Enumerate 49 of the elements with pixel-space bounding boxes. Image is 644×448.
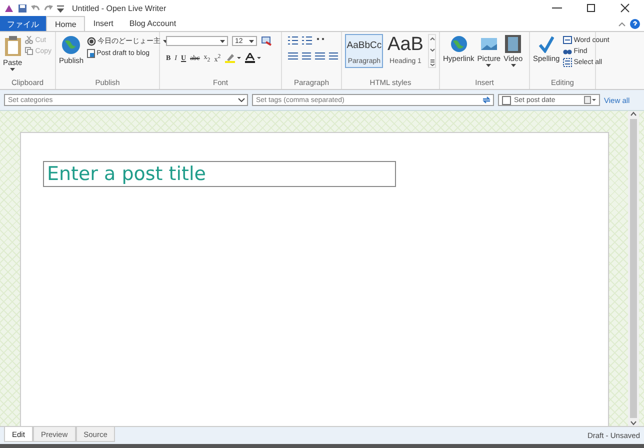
globe-icon <box>61 35 82 55</box>
clear-formatting-icon[interactable] <box>261 36 272 46</box>
scissors-icon <box>25 36 34 44</box>
app-logo-icon <box>4 4 14 12</box>
numbered-list-icon[interactable] <box>302 36 312 45</box>
caret-icon <box>220 40 225 42</box>
ribbon-tab[interactable]: Home <box>46 16 86 31</box>
calendar-icon <box>584 96 596 104</box>
save-icon[interactable] <box>18 4 27 12</box>
scrollbar[interactable] <box>628 111 639 426</box>
maximize-icon[interactable] <box>586 3 596 13</box>
landscape-icon <box>480 35 498 53</box>
chevron-down-icon <box>238 98 245 102</box>
counter-icon <box>562 36 572 44</box>
swap-arrows-icon <box>482 96 491 104</box>
align-icon[interactable] <box>328 52 338 60</box>
align-icon[interactable] <box>302 52 311 60</box>
font-color-icon[interactable] <box>244 53 261 64</box>
ribbon-tab[interactable]: Insert <box>85 16 122 31</box>
align-icon[interactable] <box>315 52 324 60</box>
post-title-field[interactable]: Enter a post title <box>43 161 396 187</box>
caret-icon <box>510 64 516 67</box>
caret-icon <box>249 40 254 42</box>
help-icon[interactable] <box>630 18 640 28</box>
film-icon <box>505 35 522 53</box>
window-title: Untitled - Open Live Writer <box>72 4 166 12</box>
clipboard-icon <box>4 35 22 57</box>
caret-icon <box>10 68 16 71</box>
undo-icon[interactable] <box>31 4 40 12</box>
caret-icon <box>486 64 492 67</box>
ribbon-tab[interactable]: Blog Account <box>121 16 184 31</box>
globe-icon <box>450 35 468 53</box>
binoculars-icon <box>562 47 572 55</box>
collapse-ribbon-icon[interactable] <box>618 20 626 26</box>
bullet-list-icon[interactable] <box>288 36 298 45</box>
document-icon <box>86 49 95 58</box>
scroll-down-icon[interactable] <box>630 420 637 426</box>
font-name-field[interactable] <box>166 36 228 46</box>
ribbon-tab[interactable]: ファイル <box>0 16 46 31</box>
align-icon[interactable] <box>288 52 298 60</box>
post-date-checkbox[interactable] <box>502 96 511 104</box>
scroll-up-icon[interactable] <box>630 111 637 117</box>
dropdown-icon[interactable] <box>57 4 64 12</box>
close-icon[interactable] <box>620 3 630 13</box>
gallery-scroll-icon[interactable] <box>428 34 436 68</box>
redo-icon[interactable] <box>44 4 53 12</box>
copy-icon <box>25 47 34 55</box>
select-all-icon <box>562 58 572 67</box>
checkmark-icon <box>538 35 554 53</box>
